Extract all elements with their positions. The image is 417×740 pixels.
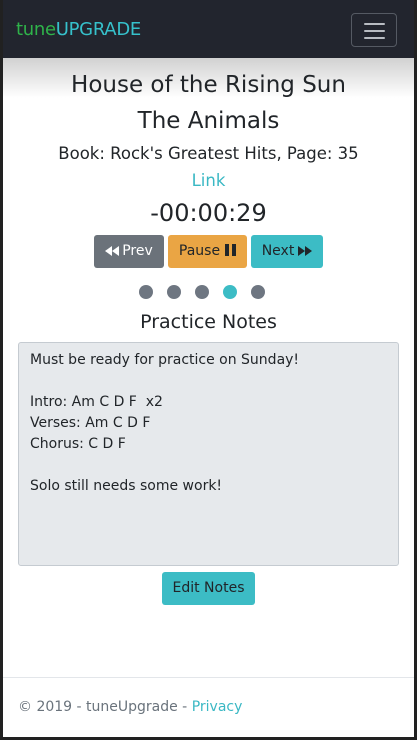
navbar-toggle-button[interactable] xyxy=(351,13,397,47)
prev-label: Prev xyxy=(122,243,153,259)
pause-button[interactable]: Pause xyxy=(168,235,247,268)
privacy-link[interactable]: Privacy xyxy=(192,699,243,715)
footer: © 2019 - tuneUpgrade - Privacy xyxy=(18,697,242,717)
pause-label: Pause xyxy=(178,243,221,259)
rewind-icon xyxy=(105,246,120,256)
brand-text-upgrade: UPGRADE xyxy=(55,19,142,40)
brand-logo[interactable]: tuneUPGRADE xyxy=(16,19,141,41)
hamburger-menu-icon xyxy=(364,30,385,32)
progress-dot[interactable] xyxy=(195,285,209,299)
progress-dot[interactable] xyxy=(139,285,153,299)
app-frame: tuneUPGRADE House of the Rising Sun The … xyxy=(3,0,414,737)
next-label: Next xyxy=(261,243,295,259)
hamburger-menu-icon xyxy=(364,23,385,25)
brand-text-tune: tune xyxy=(16,19,56,40)
edit-notes-button[interactable]: Edit Notes xyxy=(162,572,255,605)
song-progress-dots xyxy=(3,285,414,299)
hamburger-menu-icon xyxy=(364,37,385,39)
footer-copyright: © 2019 - tuneUpgrade - xyxy=(18,699,192,715)
fast-forward-icon xyxy=(298,246,313,256)
book-info: Book: Rock's Greatest Hits, Page: 35 xyxy=(58,144,359,163)
progress-dot[interactable] xyxy=(251,285,265,299)
song-artist: The Animals xyxy=(137,108,280,134)
progress-dot[interactable] xyxy=(167,285,181,299)
next-button[interactable]: Next xyxy=(251,235,323,268)
pause-icon xyxy=(225,244,237,256)
notes-heading: Practice Notes xyxy=(140,311,277,333)
song-title: House of the Rising Sun xyxy=(71,72,346,98)
countdown-timer: -00:00:29 xyxy=(150,199,267,227)
song-link[interactable]: Link xyxy=(3,170,414,192)
navbar: tuneUPGRADE xyxy=(3,0,414,58)
practice-notes-textarea[interactable]: Must be ready for practice on Sunday! In… xyxy=(18,342,399,566)
progress-dot-active[interactable] xyxy=(223,285,237,299)
prev-button[interactable]: Prev xyxy=(94,235,164,268)
footer-divider xyxy=(3,677,414,678)
